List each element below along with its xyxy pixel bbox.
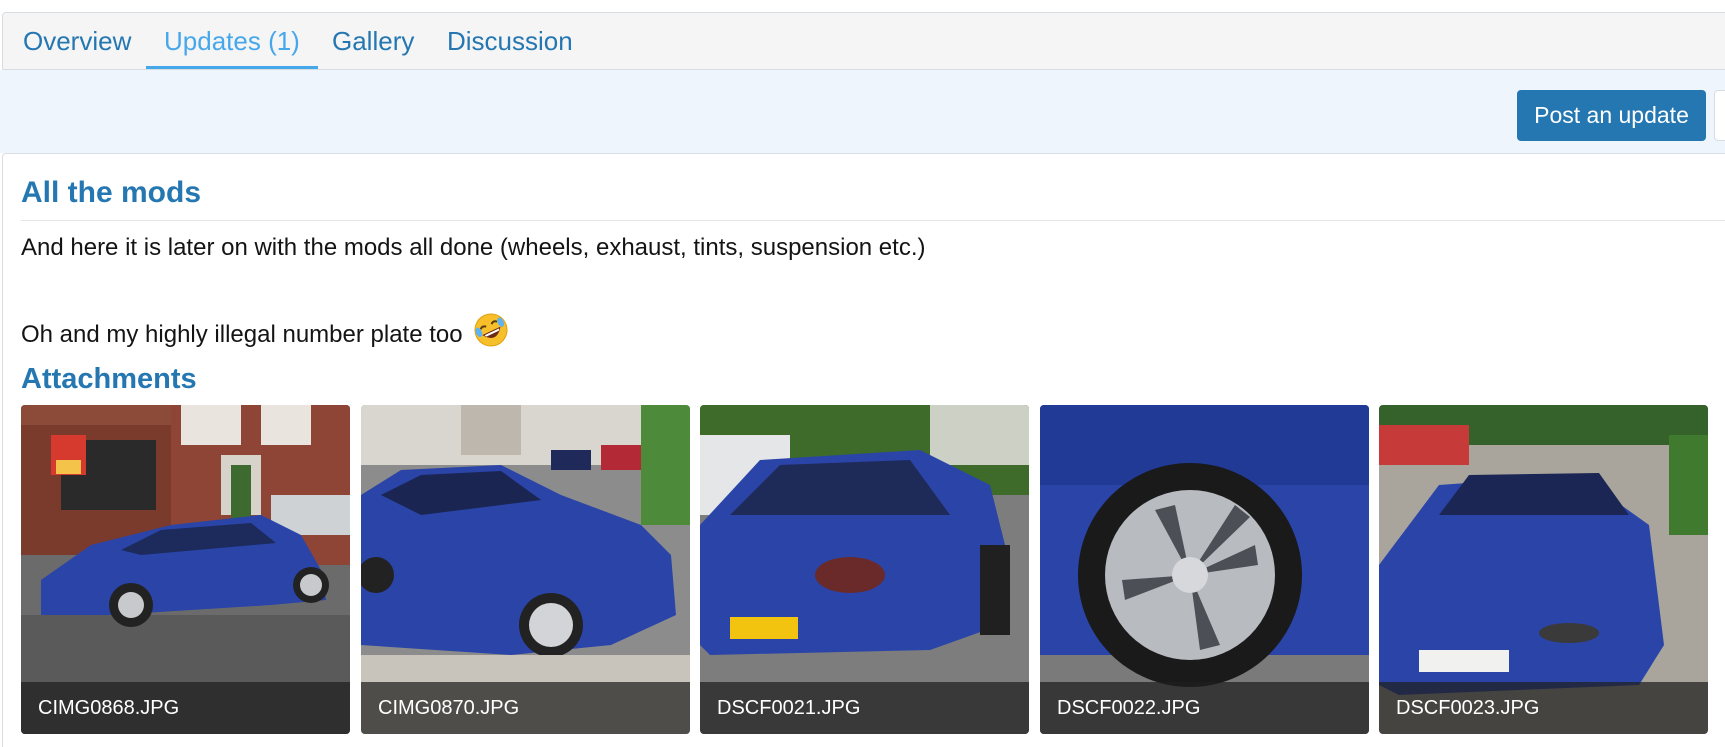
update-body-line-2: Oh and my highly illegal number plate to…: [21, 312, 509, 349]
attachment-filename: CIMG0870.JPG: [361, 682, 690, 734]
attachments-heading: Attachments: [21, 363, 197, 395]
attachment-thumbnail-5[interactable]: DSCF0023.JPG: [1379, 405, 1708, 734]
tab-discussion[interactable]: Discussion: [429, 13, 591, 69]
update-body-line-1: And here it is later on with the mods al…: [21, 234, 926, 261]
update-body-line-2-text: Oh and my highly illegal number plate to…: [21, 321, 463, 348]
attachment-filename: DSCF0021.JPG: [700, 682, 1029, 734]
update-title[interactable]: All the mods: [21, 176, 201, 210]
rolling-on-floor-laughing-emoji-icon: [474, 313, 508, 347]
attachment-thumbnail-2[interactable]: CIMG0870.JPG: [361, 405, 690, 734]
attachment-thumbnail-4[interactable]: DSCF0022.JPG: [1040, 405, 1369, 734]
attachment-thumbnail-3[interactable]: DSCF0021.JPG: [700, 405, 1029, 734]
tab-overview[interactable]: Overview: [5, 13, 149, 69]
attachment-filename: DSCF0022.JPG: [1040, 682, 1369, 734]
action-bar: [0, 70, 1725, 153]
attachment-filename: DSCF0023.JPG: [1379, 682, 1708, 734]
post-update-button[interactable]: Post an update: [1517, 90, 1706, 141]
attachment-filename: CIMG0868.JPG: [21, 682, 350, 734]
title-divider: [21, 220, 1725, 221]
tab-bar: Overview Updates (1) Gallery Discussion: [2, 12, 1725, 70]
attachment-thumbnail-1[interactable]: CIMG0868.JPG: [21, 405, 350, 734]
tab-updates[interactable]: Updates (1): [146, 13, 318, 69]
secondary-action-button[interactable]: [1714, 90, 1725, 141]
tab-gallery[interactable]: Gallery: [314, 13, 432, 69]
